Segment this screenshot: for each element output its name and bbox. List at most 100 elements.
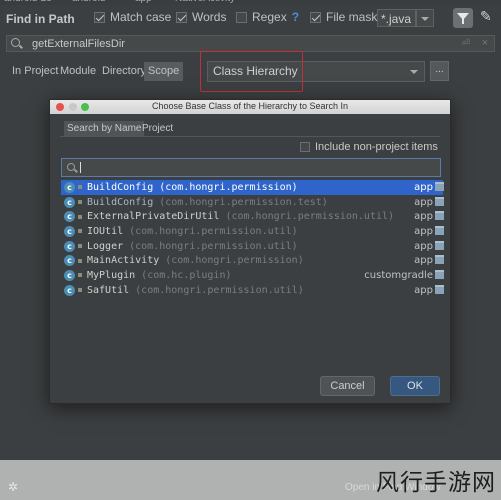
lock-icon bbox=[78, 214, 82, 219]
module-folder-icon bbox=[435, 226, 444, 236]
list-item[interactable]: c BuildConfig (com.hongri.permission) ap… bbox=[61, 180, 444, 195]
class-package: (com.hongri.permission.util) bbox=[129, 225, 298, 237]
class-name: MyPlugin bbox=[87, 269, 136, 281]
pin-icon[interactable]: ✎ bbox=[480, 8, 496, 26]
class-icon: c bbox=[64, 240, 75, 252]
words-label: Words bbox=[192, 10, 227, 24]
module-name: app bbox=[414, 181, 433, 193]
class-package: (com.hongri.permission.util) bbox=[225, 211, 395, 223]
regex-checkbox[interactable] bbox=[236, 11, 247, 23]
breadcrumb: android-28 android app NativeActivity bbox=[0, 0, 501, 5]
match-case-label: Match case bbox=[110, 10, 172, 24]
list-item[interactable]: c BuildConfig (com.hongri.permission.tes… bbox=[61, 195, 444, 210]
breadcrumb-item[interactable]: android bbox=[72, 0, 105, 4]
breadcrumb-item[interactable]: android-28 bbox=[4, 0, 52, 4]
highlight-annotation bbox=[200, 51, 303, 92]
tab-in-project[interactable]: In Project bbox=[8, 62, 62, 81]
class-icon: c bbox=[64, 255, 75, 267]
class-name: ExternalPrivateDirUtil bbox=[87, 211, 220, 223]
class-package: (com.hongri.permission.test) bbox=[159, 196, 328, 208]
lock-icon bbox=[78, 229, 82, 234]
match-case-option[interactable]: Match case bbox=[94, 10, 171, 24]
class-name: Logger bbox=[87, 240, 124, 252]
lock-icon bbox=[78, 185, 82, 190]
class-icon: c bbox=[64, 284, 75, 296]
search-icon bbox=[67, 163, 75, 171]
class-name: SafUtil bbox=[87, 284, 130, 296]
lock-icon bbox=[78, 258, 82, 263]
file-mask-dropdown-icon[interactable] bbox=[416, 9, 434, 27]
class-package: (com.hongri.permission.util) bbox=[129, 240, 298, 252]
regex-label: Regex bbox=[252, 10, 287, 24]
class-search-input[interactable] bbox=[61, 158, 441, 177]
divider bbox=[60, 136, 440, 137]
module-name: app bbox=[414, 284, 433, 296]
words-option[interactable]: Words bbox=[176, 10, 226, 24]
file-mask-label: File mask: bbox=[326, 10, 381, 24]
gear-icon[interactable]: ✲ bbox=[8, 480, 18, 494]
module-folder-icon bbox=[435, 211, 444, 221]
list-item[interactable]: c MainActivity (com.hongri.permission) a… bbox=[61, 253, 444, 268]
file-mask-input[interactable]: *.java bbox=[377, 9, 416, 27]
tab-search-by-name[interactable]: Search by Name bbox=[64, 121, 145, 136]
file-mask-checkbox[interactable] bbox=[310, 11, 321, 23]
class-name: BuildConfig bbox=[87, 196, 154, 208]
watermark: 风行手游网 bbox=[376, 470, 496, 496]
breadcrumb-item[interactable]: NativeActivity bbox=[175, 0, 235, 4]
class-name: IOUtil bbox=[87, 225, 124, 237]
chevron-down-icon bbox=[410, 70, 418, 78]
text-caret bbox=[80, 162, 81, 173]
module-name: app bbox=[414, 225, 433, 237]
list-item[interactable]: c ExternalPrivateDirUtil (com.hongri.per… bbox=[61, 209, 444, 224]
module-name: app bbox=[414, 196, 433, 208]
include-non-project-checkbox[interactable] bbox=[300, 142, 310, 152]
module-name: app bbox=[414, 240, 433, 252]
match-case-checkbox[interactable] bbox=[94, 11, 105, 23]
class-package: (com.hongri.permission) bbox=[165, 255, 304, 267]
list-item[interactable]: c Logger (com.hongri.permission.util) ap… bbox=[61, 239, 444, 254]
search-input-value: getExternalFilesDir bbox=[32, 38, 125, 50]
regex-option[interactable]: Regex ? bbox=[236, 10, 299, 24]
search-input[interactable]: getExternalFilesDir ⏎ × bbox=[6, 35, 495, 52]
cancel-button[interactable]: Cancel bbox=[320, 376, 375, 396]
dialog-title: Choose Base Class of the Hierarchy to Se… bbox=[151, 101, 349, 111]
list-item[interactable]: c MyPlugin (com.hc.plugin) customgradle bbox=[61, 268, 444, 283]
clear-icon[interactable]: × bbox=[482, 37, 488, 49]
class-icon: c bbox=[64, 181, 75, 193]
ok-button[interactable]: OK bbox=[390, 376, 440, 396]
class-package: (com.hongri.permission) bbox=[159, 181, 298, 193]
words-checkbox[interactable] bbox=[176, 11, 187, 23]
list-item[interactable]: c IOUtil (com.hongri.permission.util) ap… bbox=[61, 224, 444, 239]
list-item[interactable]: c SafUtil (com.hongri.permission.util) a… bbox=[61, 283, 444, 298]
tab-module[interactable]: Module bbox=[56, 62, 100, 81]
class-name: MainActivity bbox=[87, 255, 160, 267]
class-package: (com.hongri.permission.util) bbox=[135, 284, 304, 296]
file-mask-option[interactable]: File mask: bbox=[310, 10, 381, 24]
module-name: app bbox=[414, 255, 433, 267]
choose-base-class-dialog: Choose Base Class of the Hierarchy to Se… bbox=[49, 99, 451, 404]
more-button[interactable]: ... bbox=[430, 61, 449, 81]
include-non-project-option[interactable]: Include non-project items bbox=[300, 141, 438, 153]
class-icon: c bbox=[64, 225, 75, 237]
class-name: BuildConfig bbox=[87, 181, 154, 193]
tab-scope[interactable]: Scope bbox=[144, 62, 184, 81]
regex-help-icon[interactable]: ? bbox=[292, 10, 299, 24]
module-folder-icon bbox=[435, 255, 444, 265]
module-name: customgradle bbox=[364, 269, 433, 281]
module-folder-icon bbox=[435, 284, 444, 294]
include-non-project-label: Include non-project items bbox=[315, 141, 438, 153]
breadcrumb-item[interactable]: app bbox=[135, 0, 152, 4]
tab-project[interactable]: Project bbox=[139, 121, 176, 136]
lock-icon bbox=[78, 200, 82, 205]
class-icon: c bbox=[64, 196, 75, 208]
lock-icon bbox=[78, 288, 82, 293]
enter-icon[interactable]: ⏎ bbox=[462, 38, 470, 49]
filter-icon[interactable] bbox=[453, 8, 473, 28]
module-folder-icon bbox=[435, 240, 444, 250]
lock-icon bbox=[78, 244, 82, 249]
lock-icon bbox=[78, 273, 82, 278]
module-folder-icon bbox=[435, 270, 444, 280]
module-folder-icon bbox=[435, 196, 444, 206]
class-icon: c bbox=[64, 211, 75, 223]
tab-directory[interactable]: Directory bbox=[98, 62, 150, 81]
